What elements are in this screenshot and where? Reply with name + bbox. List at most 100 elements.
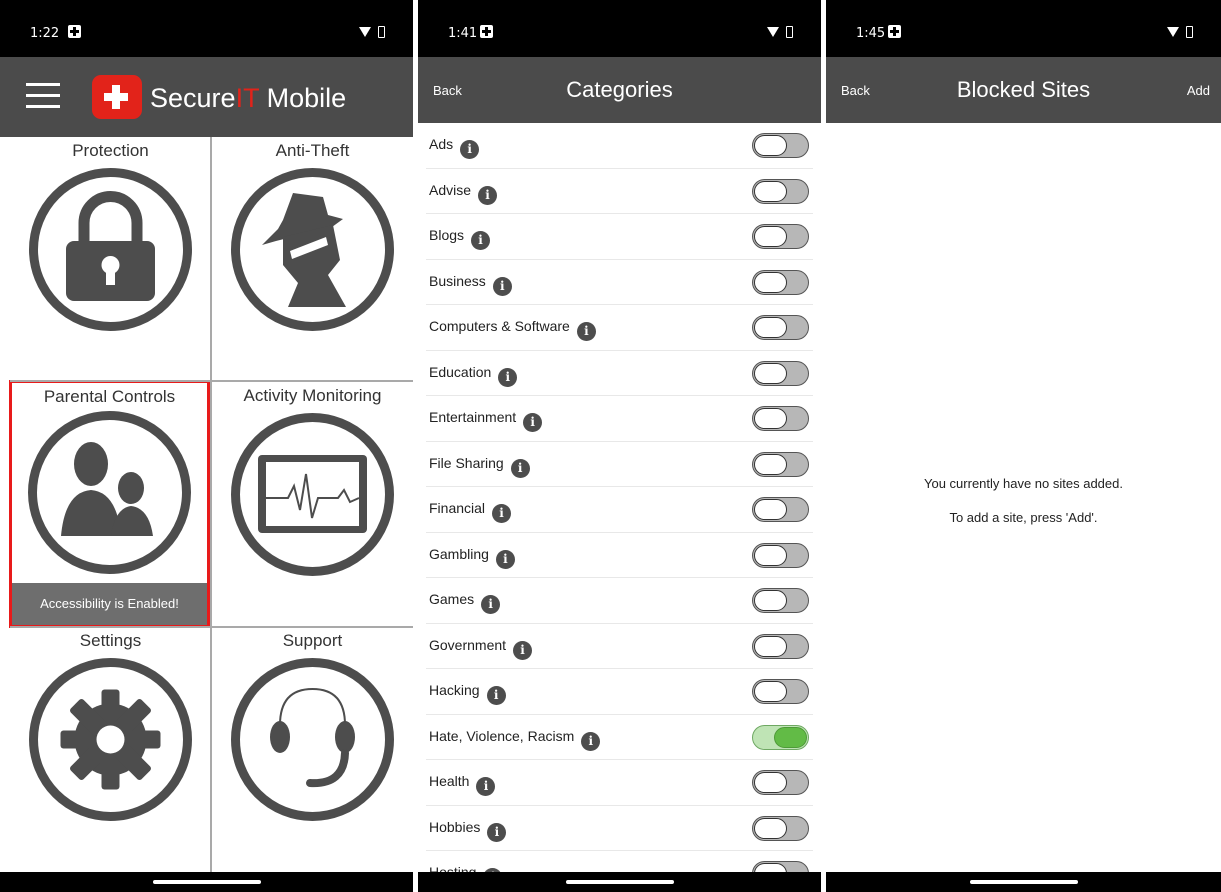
wifi-icon (1167, 27, 1179, 37)
category-label-wrap: Health i (429, 773, 496, 796)
grid-divider (10, 626, 413, 628)
toggle-knob (754, 544, 787, 566)
wifi-icon (359, 27, 371, 37)
category-toggle[interactable] (752, 224, 809, 249)
home-gesture-bar[interactable] (969, 880, 1078, 884)
category-row: Ads i (418, 123, 821, 169)
category-row: Hobbies i (418, 806, 821, 852)
tile-anti-theft[interactable]: Anti-Theft (212, 137, 413, 382)
categories-screen: 1:41 Back Categories Ads i Advise i Blogs i Bu… (418, 0, 821, 892)
category-row: Health i (418, 760, 821, 806)
category-row: Hostingi (418, 851, 821, 872)
feature-grid: Protection Anti-Theft Parental Controls (9, 137, 413, 872)
toggle-knob (754, 590, 787, 611)
tile-parental-controls[interactable]: Parental Controls Accessibility is Enabl… (9, 380, 210, 628)
category-label-wrap: Education i (429, 363, 518, 387)
headset-icon (231, 658, 394, 821)
toggle-knob (754, 453, 787, 475)
category-label: Gambling (429, 545, 489, 562)
info-icon[interactable]: i (460, 140, 480, 159)
info-icon[interactable]: i (495, 549, 515, 569)
category-toggle[interactable] (752, 633, 809, 659)
category-toggle[interactable] (752, 588, 809, 613)
category-label-wrap: Hate, Violence, Racism i (429, 728, 601, 751)
system-nav-bar (826, 872, 1221, 892)
info-icon[interactable]: i (486, 686, 506, 705)
menu-icon[interactable] (26, 83, 60, 111)
category-row: Hacking i (418, 669, 821, 715)
info-icon[interactable]: i (476, 777, 496, 796)
info-icon[interactable]: i (492, 504, 512, 523)
category-label: Financial (429, 500, 486, 516)
category-label-wrap: Gambling i (429, 546, 515, 569)
category-label: Entertainment (429, 409, 517, 425)
system-nav-bar (418, 872, 821, 892)
category-toggle[interactable] (752, 451, 809, 477)
home-gesture-bar[interactable] (565, 880, 674, 884)
category-toggle[interactable] (752, 360, 809, 386)
category-toggle[interactable] (752, 315, 809, 340)
notification-icon (888, 25, 901, 38)
category-row: Advise i (418, 169, 821, 215)
toggle-knob (754, 772, 787, 793)
toggle-knob (754, 681, 787, 702)
category-label-wrap: Advise i (429, 182, 498, 205)
info-icon[interactable]: i (492, 276, 512, 296)
tile-support[interactable]: Support (212, 627, 413, 872)
status-bar: 1:22 (0, 0, 413, 57)
category-row: Financial i (418, 487, 821, 533)
info-icon[interactable]: i (481, 595, 501, 614)
gear-icon (29, 658, 192, 821)
category-label: Blogs (429, 227, 465, 243)
tile-label: Settings (79, 631, 142, 650)
toggle-knob (754, 226, 787, 247)
status-bar: 1:41 (418, 0, 821, 57)
info-icon[interactable]: i (478, 185, 498, 205)
category-label: Hosting (429, 864, 477, 872)
category-label-wrap: Entertainment i (429, 409, 543, 432)
tile-protection[interactable]: Protection (10, 137, 211, 382)
tile-label: Parental Controls (43, 387, 176, 406)
category-row: Hate, Violence, Racism i (418, 715, 821, 761)
category-toggle[interactable] (752, 497, 809, 522)
category-toggle[interactable] (752, 815, 809, 841)
grid-divider (10, 380, 413, 382)
tile-label: Protection (72, 141, 149, 160)
category-label-wrap: Blogs i (429, 227, 491, 250)
info-icon[interactable]: i (487, 822, 507, 842)
page-title: Categories (566, 77, 673, 102)
info-icon[interactable]: i (513, 640, 533, 660)
category-toggle[interactable] (752, 770, 809, 795)
category-toggle[interactable] (752, 178, 809, 204)
category-label-wrap: Hacking i (429, 682, 506, 705)
battery-icon (378, 26, 385, 38)
info-icon[interactable]: i (523, 413, 543, 432)
add-button[interactable]: Add (1187, 83, 1210, 98)
info-icon[interactable]: i (471, 231, 491, 250)
spy-icon (231, 168, 394, 331)
category-toggle[interactable] (752, 406, 809, 431)
home-gesture-bar[interactable] (152, 880, 261, 884)
category-toggle[interactable] (752, 133, 809, 158)
info-icon[interactable]: i (581, 731, 601, 751)
info-icon[interactable]: i (576, 322, 596, 341)
category-toggle[interactable] (752, 269, 809, 295)
home-screen: 1:22 SecureIT Mobile Protection Anti-The… (0, 0, 413, 892)
toggle-knob (754, 271, 787, 293)
info-icon[interactable]: i (498, 367, 518, 387)
category-label: Hobbies (429, 818, 481, 835)
info-icon[interactable]: i (510, 458, 530, 478)
battery-icon (1186, 26, 1193, 38)
category-toggle[interactable] (752, 679, 809, 704)
category-toggle[interactable] (752, 724, 809, 750)
status-bar: 1:45 (826, 0, 1221, 57)
tile-settings[interactable]: Settings (10, 627, 211, 872)
category-row: Business i (418, 260, 821, 306)
category-label-wrap: Ads i (429, 136, 480, 159)
category-label: Education (429, 363, 492, 380)
category-label-wrap: Government i (429, 637, 533, 660)
category-toggle[interactable] (752, 542, 809, 568)
category-toggle[interactable] (752, 861, 809, 872)
toggle-knob (754, 635, 787, 657)
tile-activity-monitoring[interactable]: Activity Monitoring (212, 382, 413, 627)
